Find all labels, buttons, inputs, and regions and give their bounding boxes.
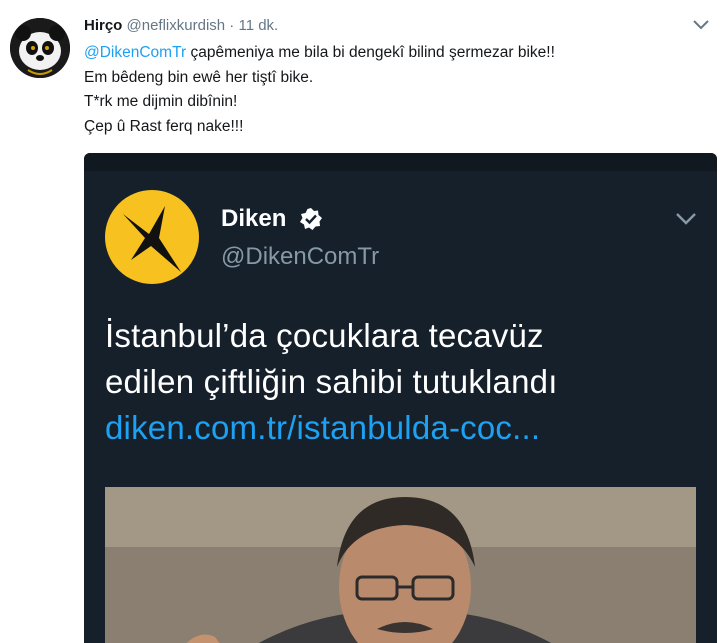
author-avatar[interactable] — [10, 18, 70, 78]
verified-badge-icon — [299, 207, 323, 231]
screenshot-top-strip — [84, 153, 717, 171]
separator-dot: · — [229, 17, 235, 34]
tweet-line-4: Çep û Rast ferq nake!!! — [84, 117, 244, 135]
tweet-text: @DikenComTr çapêmeniya me bila bi dengek… — [84, 41, 555, 139]
embedded-chevron-down-icon — [675, 211, 697, 227]
headline-line-2: edilen çiftliğin sahibi tutuklandı — [105, 363, 558, 400]
embedded-author-handle: @DikenComTr — [221, 243, 380, 270]
news-photo — [105, 487, 696, 643]
tweet-time[interactable]: 11 dk. — [238, 17, 278, 34]
attached-screenshot[interactable]: Diken @DikenComTr İstanbul’da çocuklara … — [84, 153, 717, 643]
embedded-headline: İstanbul’da çocuklara tecavüz edilen çif… — [105, 313, 558, 451]
tweet-line-1-text: çapêmeniya me bila bi dengekî bilind şer… — [186, 44, 555, 61]
author-handle[interactable]: @neflixkurdish — [127, 17, 226, 34]
mention-link[interactable]: @DikenComTr — [84, 44, 186, 61]
embedded-link: diken.com.tr/istanbulda-coc... — [105, 409, 541, 446]
tweet-header: Hirço @neflixkurdish · 11 dk. — [84, 17, 278, 34]
author-name[interactable]: Hirço — [84, 17, 122, 34]
diken-logo-icon — [123, 206, 181, 272]
panda-avatar-icon — [10, 18, 70, 78]
tweet-line-1: @DikenComTr çapêmeniya me bila bi dengek… — [84, 41, 555, 66]
embedded-author-name: Diken — [221, 205, 287, 232]
headline-line-1: İstanbul’da çocuklara tecavüz — [105, 317, 544, 354]
tweet-line-2: Em bêdeng bin ewê her tiştî bike. — [84, 68, 314, 86]
chevron-down-icon[interactable] — [692, 18, 710, 32]
tweet-line-3: T*rk me dijmin dibînin! — [84, 93, 238, 110]
diken-logo — [105, 190, 199, 284]
man-portrait-image — [105, 487, 696, 643]
